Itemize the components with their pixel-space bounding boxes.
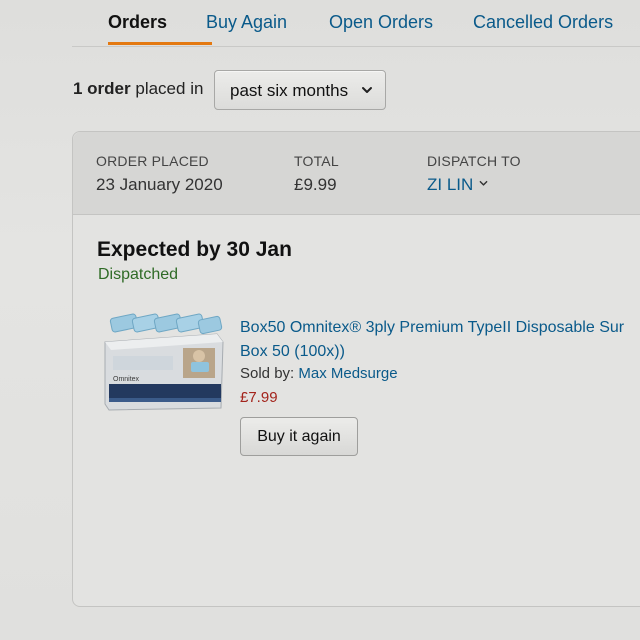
order-count: 1 order xyxy=(73,79,131,98)
active-tab-indicator xyxy=(108,42,212,45)
order-placed-label: ORDER PLACED xyxy=(96,153,209,169)
total-label: TOTAL xyxy=(294,153,339,169)
product-title-line-1: Box50 Omnitex® 3ply Premium TypeII Dispo… xyxy=(240,319,625,336)
brand-logo-text: Omnitex xyxy=(113,376,140,383)
sold-by: Sold by: Max Medsurge xyxy=(240,365,398,382)
order-card: ORDER PLACED 23 January 2020 TOTAL £9.99… xyxy=(72,131,640,607)
tab-orders[interactable]: Orders xyxy=(108,12,167,33)
item-price: £7.99 xyxy=(240,389,278,406)
order-tabs: Orders Buy Again Open Orders Cancelled O… xyxy=(72,0,640,47)
orders-page: Orders Buy Again Open Orders Cancelled O… xyxy=(0,0,640,640)
shipment-status: Dispatched xyxy=(98,266,179,283)
dispatch-to-label: DISPATCH TO xyxy=(427,153,521,169)
order-total: £9.99 xyxy=(294,175,337,194)
recipient-name: ZI LIN xyxy=(427,175,474,194)
buy-it-again-button[interactable]: Buy it again xyxy=(240,417,358,456)
dispatch-to-recipient[interactable]: ZI LIN xyxy=(427,175,488,195)
tab-open-orders[interactable]: Open Orders xyxy=(329,12,433,33)
expected-delivery: Expected by 30 Jan xyxy=(97,238,292,261)
chevron-down-icon xyxy=(479,180,488,186)
time-filter-value: past six months xyxy=(230,81,349,100)
chevron-down-icon xyxy=(362,87,372,93)
seller-link[interactable]: Max Medsurge xyxy=(298,365,397,382)
product-title-line-2: Box 50 (100x)) xyxy=(240,343,345,360)
product-image[interactable]: Omnitex xyxy=(103,312,225,412)
order-placed-date: 23 January 2020 xyxy=(96,175,223,194)
time-filter-dropdown[interactable]: past six months xyxy=(214,70,386,110)
face-mask-pictures xyxy=(109,313,223,335)
tab-cancelled-orders[interactable]: Cancelled Orders xyxy=(473,12,613,33)
orders-summary: 1 order placed in xyxy=(73,79,203,99)
product-title-link[interactable]: Box50 Omnitex® 3ply Premium TypeII Dispo… xyxy=(240,316,640,364)
tab-buy-again[interactable]: Buy Again xyxy=(206,12,287,33)
sold-by-label: Sold by: xyxy=(240,365,295,382)
product-box xyxy=(104,333,224,411)
summary-text: placed in xyxy=(135,79,204,98)
order-card-header: ORDER PLACED 23 January 2020 TOTAL £9.99… xyxy=(73,132,640,215)
